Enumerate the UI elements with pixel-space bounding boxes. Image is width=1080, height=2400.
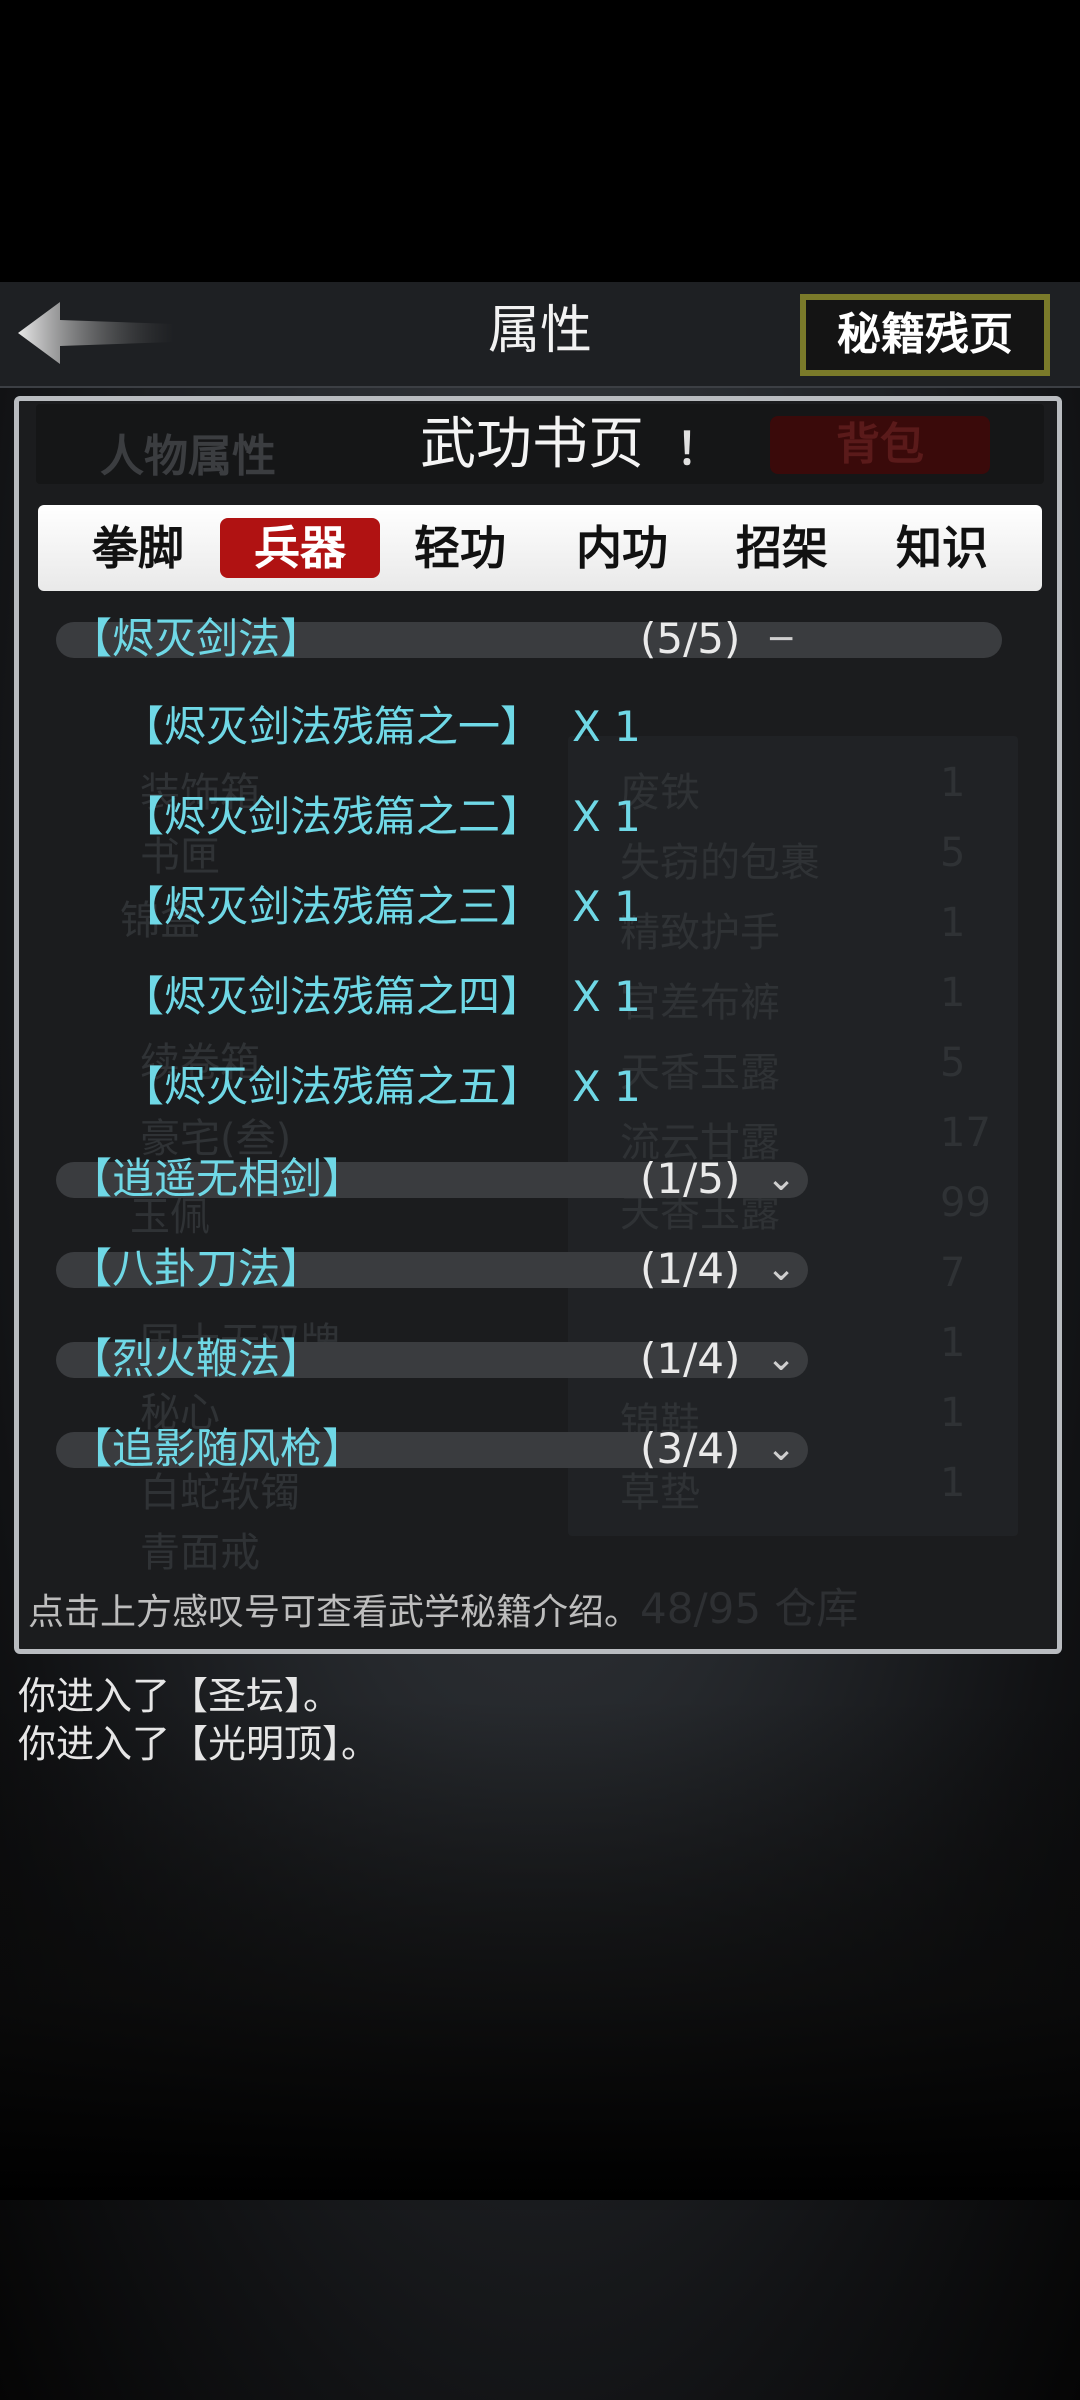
tab-parry[interactable]: 招架 bbox=[702, 518, 862, 578]
group-name: 【烬灭剑法】 bbox=[70, 614, 323, 663]
exclamation-icon[interactable]: ！ bbox=[676, 420, 720, 480]
chevron-down-icon[interactable]: ⌄ bbox=[766, 1244, 796, 1294]
group-name: 【烈火鞭法】 bbox=[70, 1334, 323, 1383]
group-name: 【追影随风枪】 bbox=[70, 1424, 365, 1473]
ghost-item: 天香玉露 bbox=[620, 1050, 780, 1096]
chevron-down-icon[interactable]: ⌄ bbox=[766, 1334, 796, 1384]
group-name: 【八卦刀法】 bbox=[70, 1244, 323, 1293]
ghost-qty: 1 bbox=[940, 1390, 966, 1436]
ghost-item: 青面戒 bbox=[140, 1530, 260, 1576]
group-row[interactable]: 【烬灭剑法】 (5/5) − bbox=[56, 614, 1002, 664]
fragment-item[interactable]: 【烬灭剑法残篇之四】 bbox=[122, 970, 542, 1024]
ghost-qty: 99 bbox=[940, 1180, 991, 1226]
group-progress: (1/4) bbox=[640, 1244, 741, 1293]
chevron-down-icon[interactable]: ⌄ bbox=[766, 1424, 796, 1474]
ghost-qty: 1 bbox=[940, 900, 966, 946]
message-log: 你进入了【圣坛】。 你进入了【光明顶】。 bbox=[18, 1672, 379, 1768]
tab-weapon[interactable]: 兵器 bbox=[220, 518, 380, 578]
hint-text: 点击上方感叹号可查看武学秘籍介绍。 bbox=[28, 1592, 641, 1633]
fragment-item[interactable]: 【烬灭剑法残篇之一】 bbox=[122, 700, 542, 754]
ghost-qty: 1 bbox=[940, 760, 966, 806]
fragment-item[interactable]: 【烬灭剑法残篇之五】 bbox=[122, 1060, 542, 1114]
group-progress: (3/4) bbox=[640, 1424, 741, 1473]
tab-fist[interactable]: 拳脚 bbox=[58, 518, 218, 578]
group-progress: (1/5) bbox=[640, 1154, 741, 1203]
fragment-qty: X 1 bbox=[572, 972, 641, 1021]
ghost-qty: 17 bbox=[940, 1110, 991, 1156]
ghost-qty: 1 bbox=[940, 970, 966, 1016]
ghost-item: 失窃的包裹 bbox=[620, 840, 820, 886]
ghost-tab-bag: 背包 bbox=[770, 416, 990, 474]
collapse-icon[interactable]: − bbox=[766, 614, 796, 664]
fragment-qty: X 1 bbox=[572, 1062, 641, 1111]
chevron-down-icon[interactable]: ⌄ bbox=[766, 1154, 796, 1204]
group-row[interactable]: 【追影随风枪】 (3/4) ⌄ bbox=[56, 1424, 808, 1474]
status-area bbox=[0, 0, 1080, 282]
group-progress: (1/4) bbox=[640, 1334, 741, 1383]
ghost-qty: 1 bbox=[940, 1460, 966, 1506]
group-row[interactable]: 【烈火鞭法】 (1/4) ⌄ bbox=[56, 1334, 808, 1384]
group-name: 【逍遥无相剑】 bbox=[70, 1154, 365, 1203]
ghost-qty: 7 bbox=[940, 1250, 966, 1296]
group-progress: (5/5) bbox=[640, 614, 741, 663]
ghost-storage-count: 48/95 仓库 bbox=[640, 1584, 859, 1633]
ghost-qty: 5 bbox=[940, 1040, 966, 1086]
mountain-silhouette bbox=[0, 1700, 1080, 2200]
ghost-item: 官差布裤 bbox=[620, 980, 780, 1026]
tab-lightness[interactable]: 轻功 bbox=[380, 518, 540, 578]
panel-title: 武功书页 bbox=[420, 412, 644, 477]
page-title: 属性 bbox=[487, 301, 592, 361]
ghost-tab-character: 人物属性 bbox=[100, 431, 276, 482]
fragment-item[interactable]: 【烬灭剑法残篇之二】 bbox=[122, 790, 542, 844]
fragment-qty: X 1 bbox=[572, 792, 641, 841]
tab-knowledge[interactable]: 知识 bbox=[862, 518, 1022, 578]
secret-fragments-button[interactable]: 秘籍残页 bbox=[800, 294, 1050, 376]
back-arrow-icon[interactable] bbox=[14, 298, 174, 368]
log-line: 你进入了【光明顶】。 bbox=[18, 1722, 380, 1766]
ghost-qty: 5 bbox=[940, 830, 966, 876]
group-row[interactable]: 【逍遥无相剑】 (1/5) ⌄ bbox=[56, 1154, 808, 1204]
group-row[interactable]: 【八卦刀法】 (1/4) ⌄ bbox=[56, 1244, 808, 1294]
tab-internal[interactable]: 内功 bbox=[542, 518, 702, 578]
ghost-qty: 1 bbox=[940, 1320, 966, 1366]
fragment-item[interactable]: 【烬灭剑法残篇之三】 bbox=[122, 880, 542, 934]
log-line: 你进入了【圣坛】。 bbox=[18, 1674, 342, 1718]
fragment-qty: X 1 bbox=[572, 702, 641, 751]
ghost-item: 精致护手 bbox=[620, 910, 780, 956]
fragment-qty: X 1 bbox=[572, 882, 641, 931]
